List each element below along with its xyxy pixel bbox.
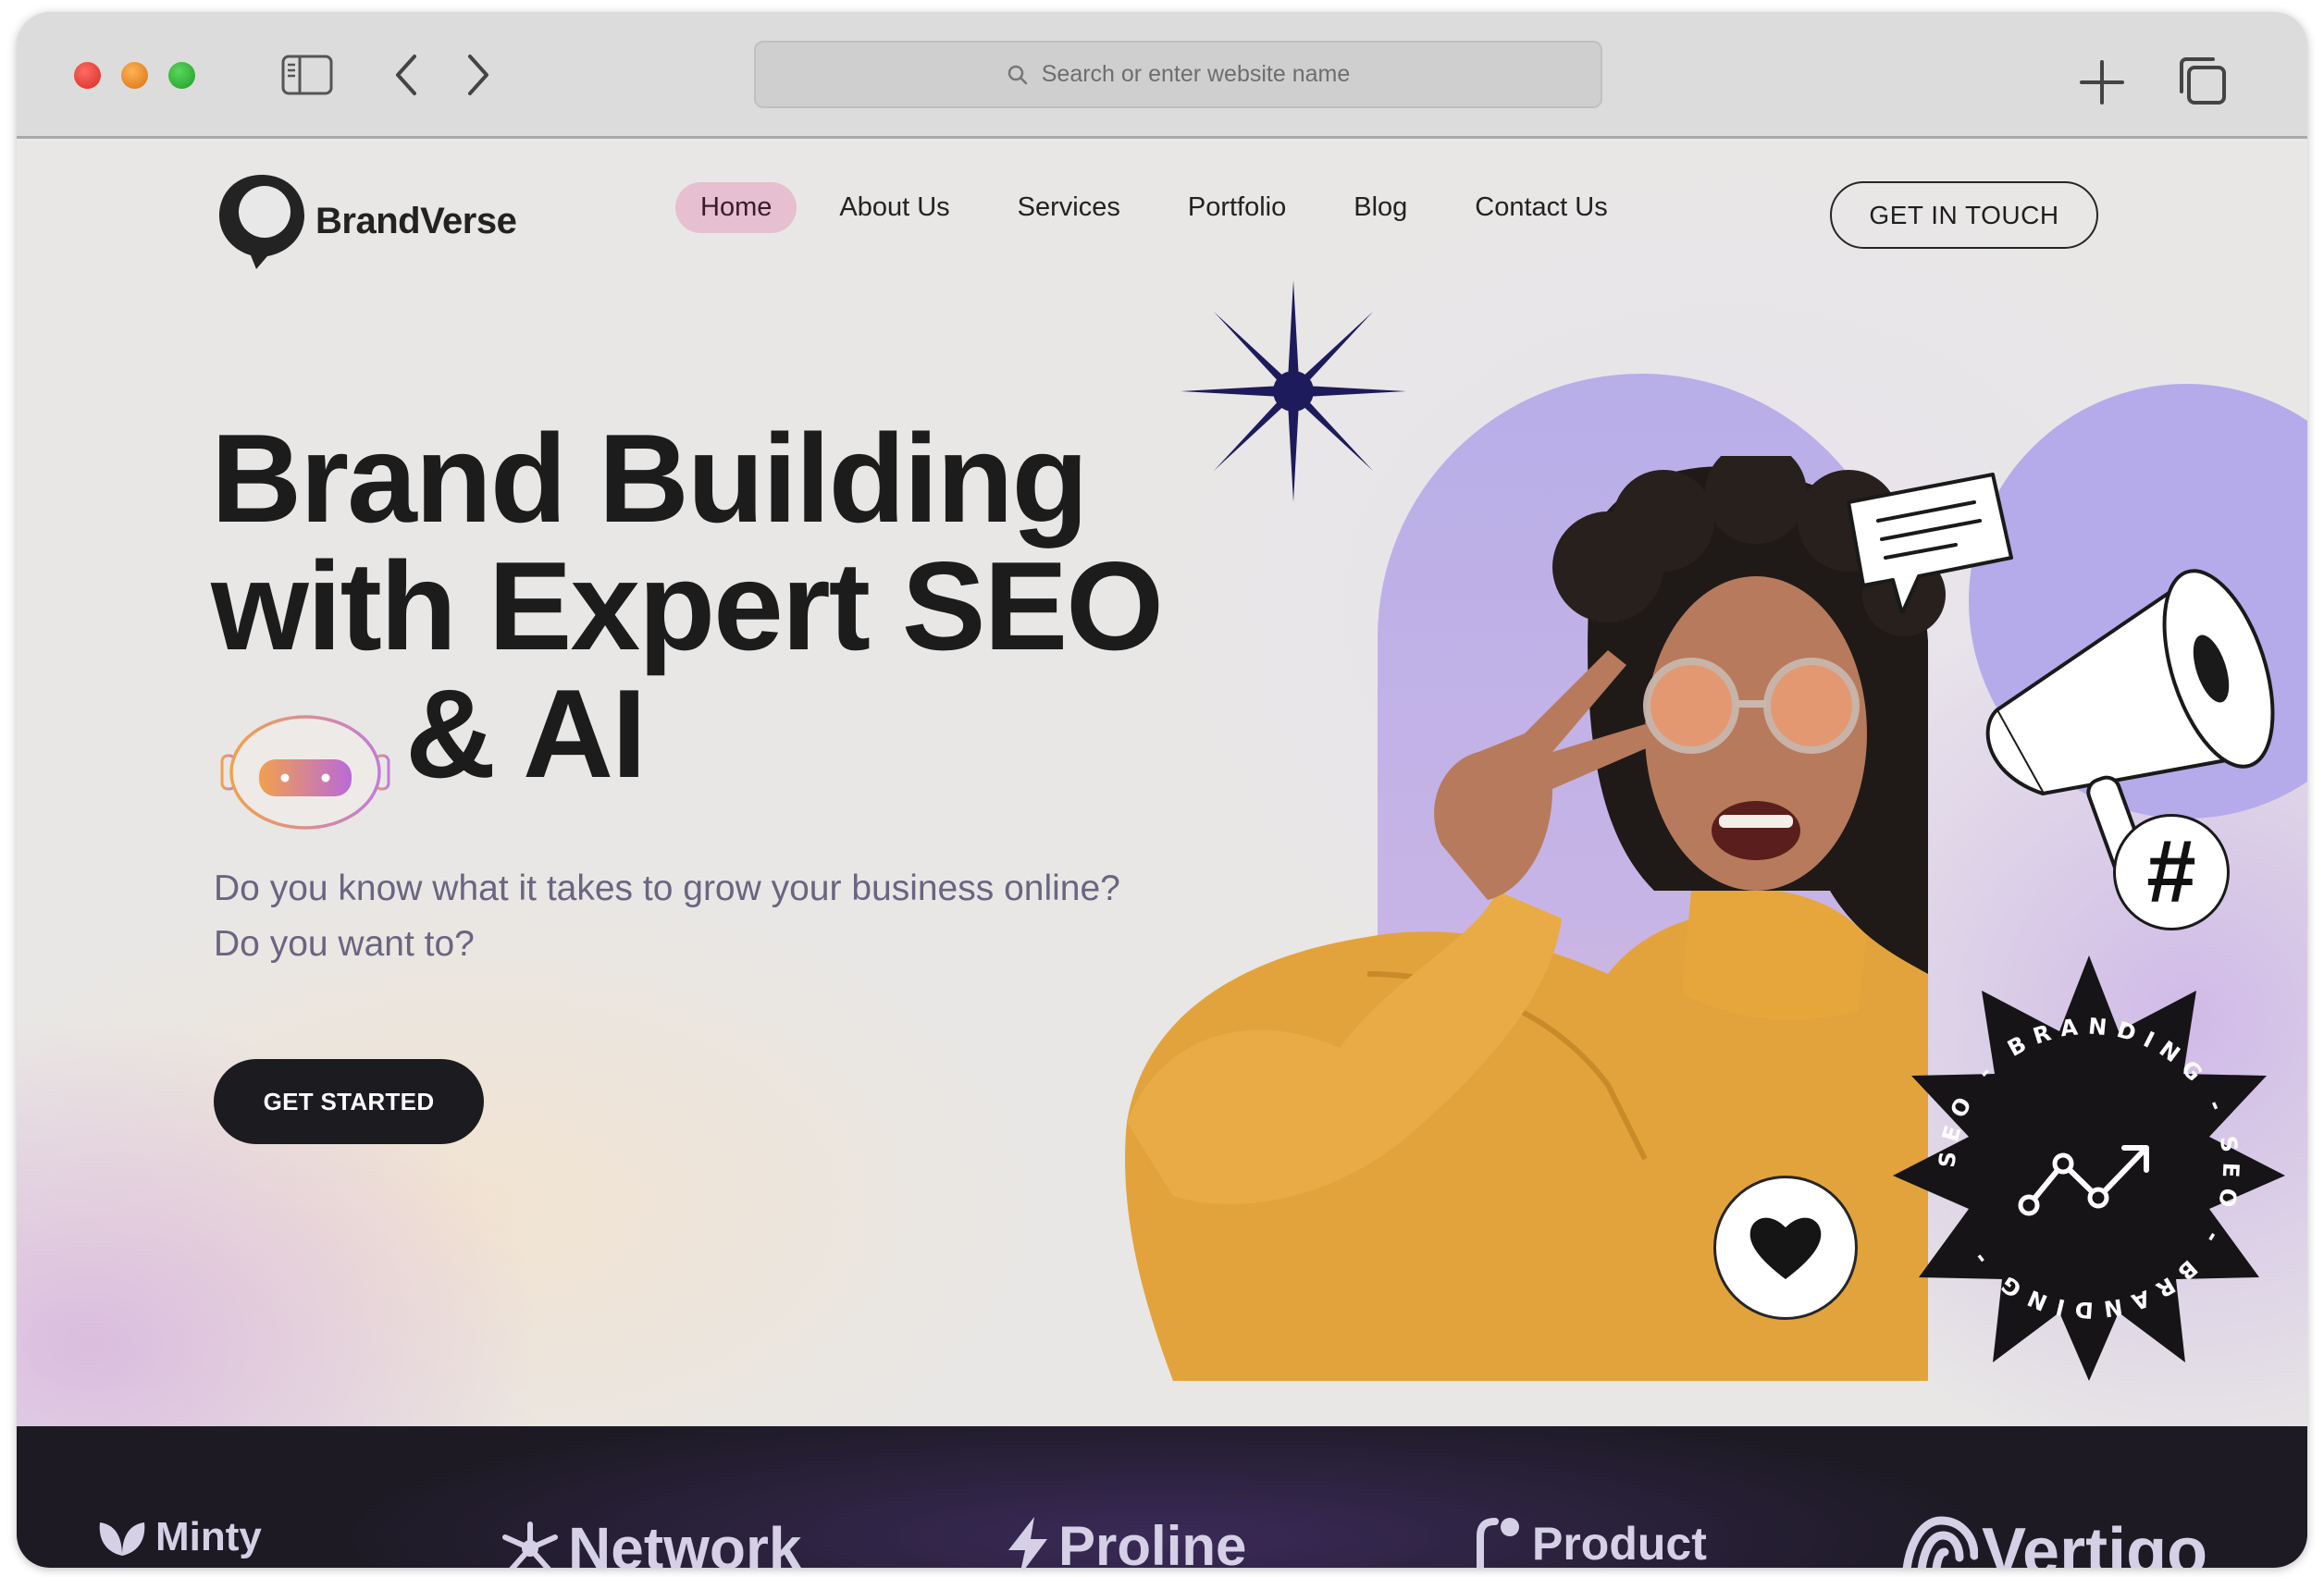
landing-page: BrandVerse Home About Us Services Portfo… [17, 142, 2307, 1438]
minimize-window-button[interactable] [121, 62, 148, 89]
maximize-window-button[interactable] [168, 62, 195, 89]
hero-title-line-2: with Expert SEO [211, 536, 1164, 676]
browser-window: Search or enter website name BrandVerse … [17, 12, 2307, 1568]
browser-toolbar: Search or enter website name [17, 12, 2307, 139]
nav-item-blog[interactable]: Blog [1329, 182, 1432, 233]
forward-arrow-icon[interactable] [463, 53, 494, 97]
network-nodes-icon [502, 1522, 558, 1568]
sidebar-toggle-icon[interactable] [281, 55, 333, 95]
nav-item-home[interactable]: Home [675, 181, 797, 233]
back-arrow-icon[interactable] [390, 53, 422, 97]
nav-item-contact-us[interactable]: Contact Us [1450, 182, 1632, 233]
get-in-touch-button[interactable]: GET IN TOUCH [1830, 181, 2098, 249]
nav-item-about-us[interactable]: About Us [814, 182, 974, 233]
address-bar-placeholder: Search or enter website name [1041, 61, 1351, 87]
brand-logo-network: Network [498, 1514, 802, 1568]
nav-item-services[interactable]: Services [993, 182, 1145, 233]
heart-icon [1749, 1217, 1822, 1279]
close-window-button[interactable] [74, 62, 101, 89]
hashtag-badge-icon: # [2113, 814, 2230, 930]
get-started-button[interactable]: GET STARTED [214, 1059, 484, 1144]
brand-name-product: Product [1532, 1518, 1707, 1568]
robot-head-icon [220, 715, 390, 830]
brand-logo-minty: Minty [96, 1514, 262, 1560]
spiral-icon [1902, 1516, 1978, 1568]
brand-name-network: Network [568, 1515, 802, 1568]
leaf-icon [99, 1522, 145, 1556]
hero-title-line-1: Brand Building [211, 408, 1089, 548]
heart-badge-icon [1713, 1176, 1858, 1320]
brand-name-vertigo: Vertigo [1982, 1515, 2208, 1568]
brand-logo-proline: Proline [1005, 1514, 1246, 1568]
nav-item-portfolio[interactable]: Portfolio [1163, 182, 1311, 233]
brand-logo-product: Product [1475, 1514, 1707, 1568]
lightning-bolt-icon [1008, 1516, 1047, 1568]
main-nav: Home About Us Services Portfolio Blog Co… [675, 181, 1650, 233]
bracket-dot-icon [1477, 1518, 1519, 1568]
search-icon [1007, 65, 1027, 84]
seo-branding-seal-icon: SEO - BRANDING - SEO - BRANDING - [1893, 955, 2285, 1381]
speech-bubble-logo-icon [219, 175, 304, 269]
logo-text: BrandVerse [315, 200, 517, 241]
brand-name-minty: Minty [155, 1514, 262, 1559]
tab-overview-icon[interactable] [2176, 55, 2230, 108]
brand-logo-vertigo: Vertigo [1900, 1514, 2207, 1568]
new-tab-icon[interactable] [2078, 58, 2126, 106]
address-bar[interactable]: Search or enter website name [754, 41, 1602, 108]
site-logo[interactable]: BrandVerse [214, 169, 517, 273]
hero-subtitle: Do you know what it takes to grow your b… [214, 869, 1120, 964]
brand-name-proline: Proline [1058, 1515, 1247, 1568]
partner-logos-strip: Minty Network Proline Product Vertigo [17, 1426, 2307, 1568]
